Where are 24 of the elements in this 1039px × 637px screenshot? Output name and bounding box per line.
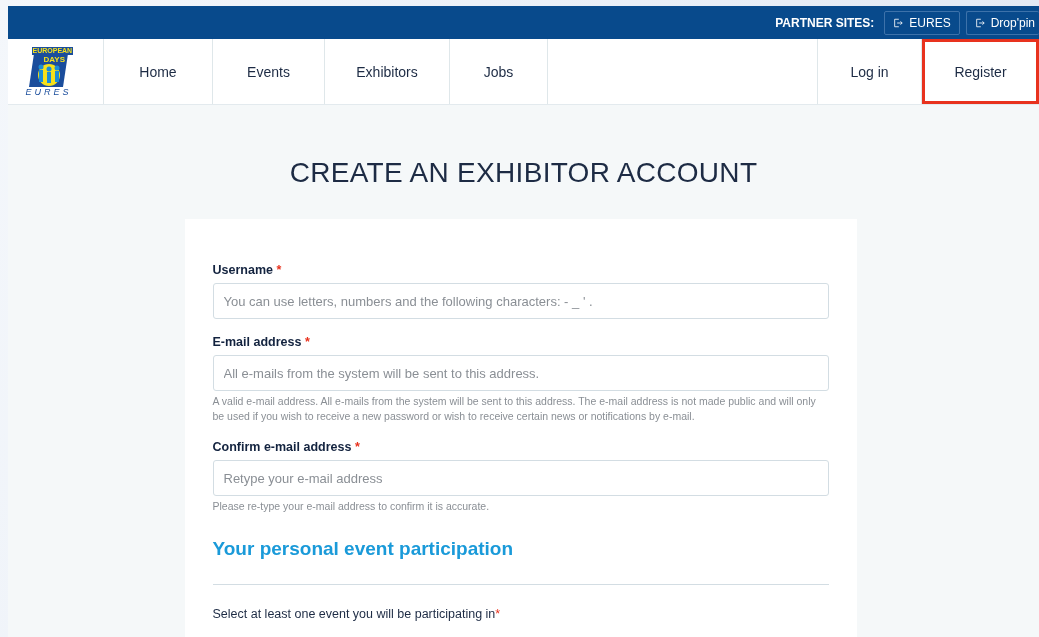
nav-link[interactable]: Home — [104, 39, 213, 104]
input-field[interactable]: You can use letters, numbers and the following characters: - _ ' . — [212, 283, 829, 319]
help-text: A valid e-mail address. All e-mails from the system will be sent to this address. The e-mail address is not made public and will only be used if you wish to receive a new password or wish to receive certain news or notifications by e-mail. — [212, 394, 817, 424]
field-label: Confirm e-mail address * — [212, 440, 361, 454]
logo-text: DAYS — [42, 54, 66, 64]
field-label: Username * — [212, 263, 283, 277]
help-text: Please re-type your e-mail address to confirm it is accurate. — [212, 499, 491, 514]
input-field[interactable]: Retype your e-mail address — [212, 460, 829, 496]
nav-link[interactable]: Log in — [818, 39, 922, 104]
nav-link[interactable]: Register — [922, 39, 1039, 104]
nav-link[interactable]: Exhibitors — [325, 39, 450, 104]
exit-icon — [893, 17, 904, 28]
partner-link[interactable]: Drop'pin — [965, 10, 1039, 35]
partner-link[interactable]: EURES — [884, 10, 960, 35]
nav-link[interactable]: Jobs — [450, 39, 548, 104]
field-label: E-mail address * — [212, 335, 311, 349]
input-field[interactable]: All e-mails from the system will be sent to this address. — [212, 355, 829, 391]
partner-sites-label: PARTNER SITES: — [775, 15, 875, 30]
event-prompt: Select at least one event you will be participating in* — [212, 607, 502, 621]
section-title: Your personal event participation — [212, 538, 515, 560]
exit-icon — [974, 17, 985, 28]
logo-text: EURES — [25, 86, 72, 97]
page-title: CREATE AN EXHIBITOR ACCOUNT — [289, 157, 758, 189]
nav-link[interactable]: Events — [213, 39, 325, 104]
